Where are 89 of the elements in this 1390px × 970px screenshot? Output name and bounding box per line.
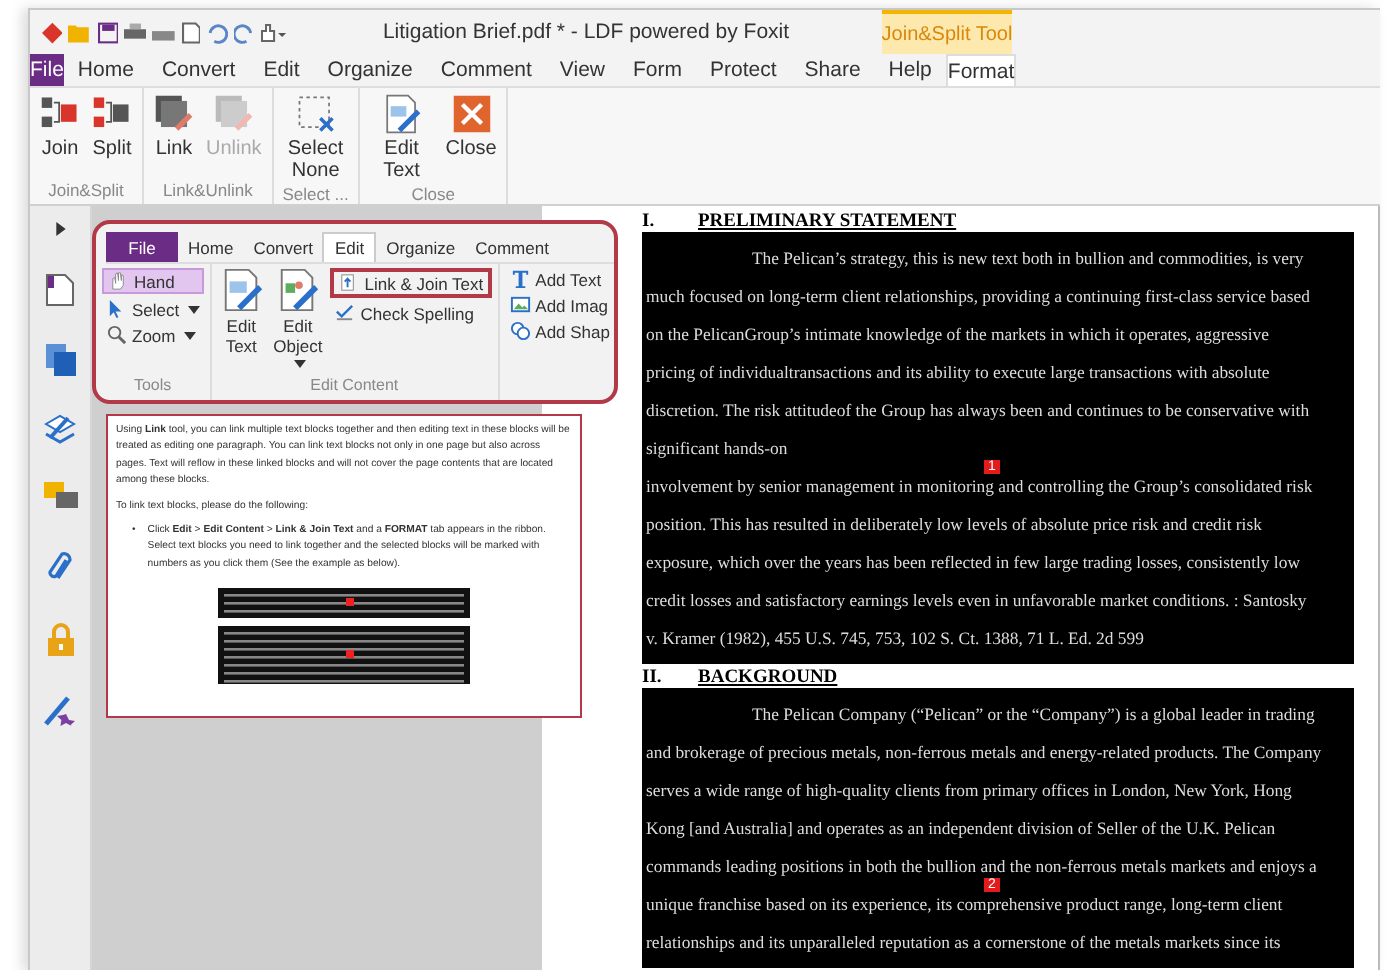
ribbon-tab[interactable]: Home <box>63 54 148 86</box>
text-line: serves a wide range of high-quality clients from primary offices in London, New York, Hong <box>644 778 1292 802</box>
tool-label: Add Shap <box>505 320 614 342</box>
text-line: involvement by senior management in monitoring and controlling the Group’s consolidated risk <box>644 474 1313 498</box>
tool-label: Check Spelling <box>330 302 492 324</box>
save-icon[interactable] <box>97 21 119 43</box>
text-line: exposure, which over the years has been reflected in few large trading losses, consistently low <box>644 550 1300 574</box>
ribbon-button[interactable]: Join <box>36 92 84 180</box>
new-page-icon[interactable] <box>181 21 201 43</box>
tab-label: Organize <box>384 235 458 262</box>
ribbon-tab[interactable]: Convert <box>147 54 250 86</box>
expand-arrow-icon[interactable] <box>55 222 65 236</box>
ribbon-button[interactable]: Link <box>150 92 198 180</box>
tool-label: Add Text <box>505 268 614 290</box>
ribbon-tab[interactable]: Protect <box>696 54 791 86</box>
ribbon-button[interactable]: Edit Text <box>365 92 438 184</box>
ribbon-button[interactable]: Close <box>441 92 501 184</box>
undo-icon[interactable] <box>206 21 228 43</box>
text-line: position. This has resulted in deliberately low levels of absolute price risk and credit risk <box>644 512 1262 536</box>
ribbon-tab[interactable]: Format <box>945 54 1017 86</box>
ribbon-tab[interactable]: Form <box>619 54 696 86</box>
edit-text-icon <box>381 94 422 134</box>
tool-label: Edit Text <box>217 268 266 374</box>
text-line: on the PelicanGroup’s intimate knowledge of the markets in which it operates, aggressive <box>644 322 1269 346</box>
text-line: credit losses and satisfactory earnings levels even in unfavorable market conditions. : Santosky <box>644 588 1307 612</box>
window-title: Litigation Brief.pdf * - LDF powered by Foxit <box>380 20 792 44</box>
text-line: discretion. The risk attitudeof the Group has always been and continues to be conservative with <box>644 398 1310 422</box>
text-icon <box>509 268 532 290</box>
group-label: Select ... <box>280 184 351 208</box>
tool-label: Add Imag <box>505 294 614 316</box>
selected-text-block[interactable] <box>642 232 1354 664</box>
ribbon-button[interactable]: Select None <box>279 92 352 184</box>
text-line: significant hands-on <box>644 436 788 460</box>
group-label: Join&Split <box>46 180 126 204</box>
text-line: commands leading positions in both the bullion and the non-ferrous metals markets and enjoys a <box>644 854 1317 878</box>
checkmark-icon <box>334 302 357 324</box>
section-heading: PRELIMINARY STATEMENT <box>698 211 957 231</box>
text-line: v. Kramer (1982), 455 U.S. 745, 753, 102 S. Ct. 1388, 71 L. Ed. 2d 599 <box>644 626 1144 650</box>
ribbon-tab[interactable]: Organize <box>313 54 427 86</box>
ribbon-tab[interactable]: Help <box>874 54 946 86</box>
text-line: unique franchise based on its experience, its comprehensive product range, long-term client <box>644 892 1283 916</box>
text-line: pricing of individualtransactions and its ability to execute large transactions with absolute <box>644 360 1270 384</box>
edit-text-icon <box>219 268 264 312</box>
context-tab-label: Join&Split Tool <box>882 10 1012 54</box>
group-label: Edit Content <box>308 374 401 398</box>
edit-object-icon <box>275 268 320 312</box>
unlink-icon <box>213 94 254 134</box>
tool-label: Select <box>102 298 204 320</box>
app-logo-icon <box>42 21 63 43</box>
ribbon-tab[interactable]: View <box>545 54 619 86</box>
paperclip-icon[interactable] <box>48 550 72 584</box>
group-label: Tools <box>131 374 174 398</box>
ribbon-tab[interactable]: Edit <box>249 54 314 86</box>
group-label: Close <box>409 184 457 208</box>
hand-icon <box>108 270 130 292</box>
ribbon-button[interactable]: Split <box>88 92 136 180</box>
section-number: I. <box>642 211 657 231</box>
ribbon-tab[interactable]: Comment <box>426 54 546 86</box>
text-line: relationships and its unparalleled reputation as a cornerstone of the metals markets since its <box>644 930 1281 954</box>
text-line: The Pelican Company (“Pelican” or the “Company”) is a global leader in trading <box>750 702 1315 726</box>
text-line: much focused on long-term client relationships, providing a continuing first-class service based <box>644 284 1310 308</box>
link-icon <box>154 94 194 134</box>
ribbon-tab[interactable]: Share <box>790 54 875 86</box>
section-number: II. <box>642 667 664 687</box>
pages-icon[interactable] <box>45 344 75 376</box>
layers-icon[interactable] <box>44 414 76 444</box>
text-line: The Pelican’s strategy, this is new text both in bullion and commodities, is very <box>750 246 1304 270</box>
tab-label: Comment <box>473 235 551 261</box>
close-icon <box>451 94 492 134</box>
image-icon <box>509 294 532 316</box>
tab-label: Home <box>186 235 236 261</box>
section-heading: BACKGROUND <box>698 667 838 687</box>
hand-icon[interactable] <box>259 21 291 43</box>
text-line: Kong [and Australia] and operates as an independent division of Seller of the U.K. Pelican <box>644 816 1276 840</box>
redo-icon[interactable] <box>233 21 254 43</box>
page-icon[interactable] <box>46 274 74 306</box>
file-menu-button[interactable]: File <box>30 54 64 86</box>
tool-label: Edit Object <box>271 268 325 374</box>
print-icon[interactable] <box>124 21 147 43</box>
tool-label: Zoom <box>102 324 204 346</box>
group-label: Link&Unlink <box>160 180 255 204</box>
signature-icon[interactable] <box>44 694 76 726</box>
tab-label: Convert <box>251 235 315 261</box>
selected-text-block[interactable] <box>642 688 1354 968</box>
shapes-icon <box>509 320 532 342</box>
zoom-icon <box>106 324 128 346</box>
comments-icon[interactable] <box>43 482 77 512</box>
text-line: and brokerage of precious metals, non-ferrous metals and energy-related products. The Company <box>644 740 1322 764</box>
deselect-icon <box>295 94 336 134</box>
